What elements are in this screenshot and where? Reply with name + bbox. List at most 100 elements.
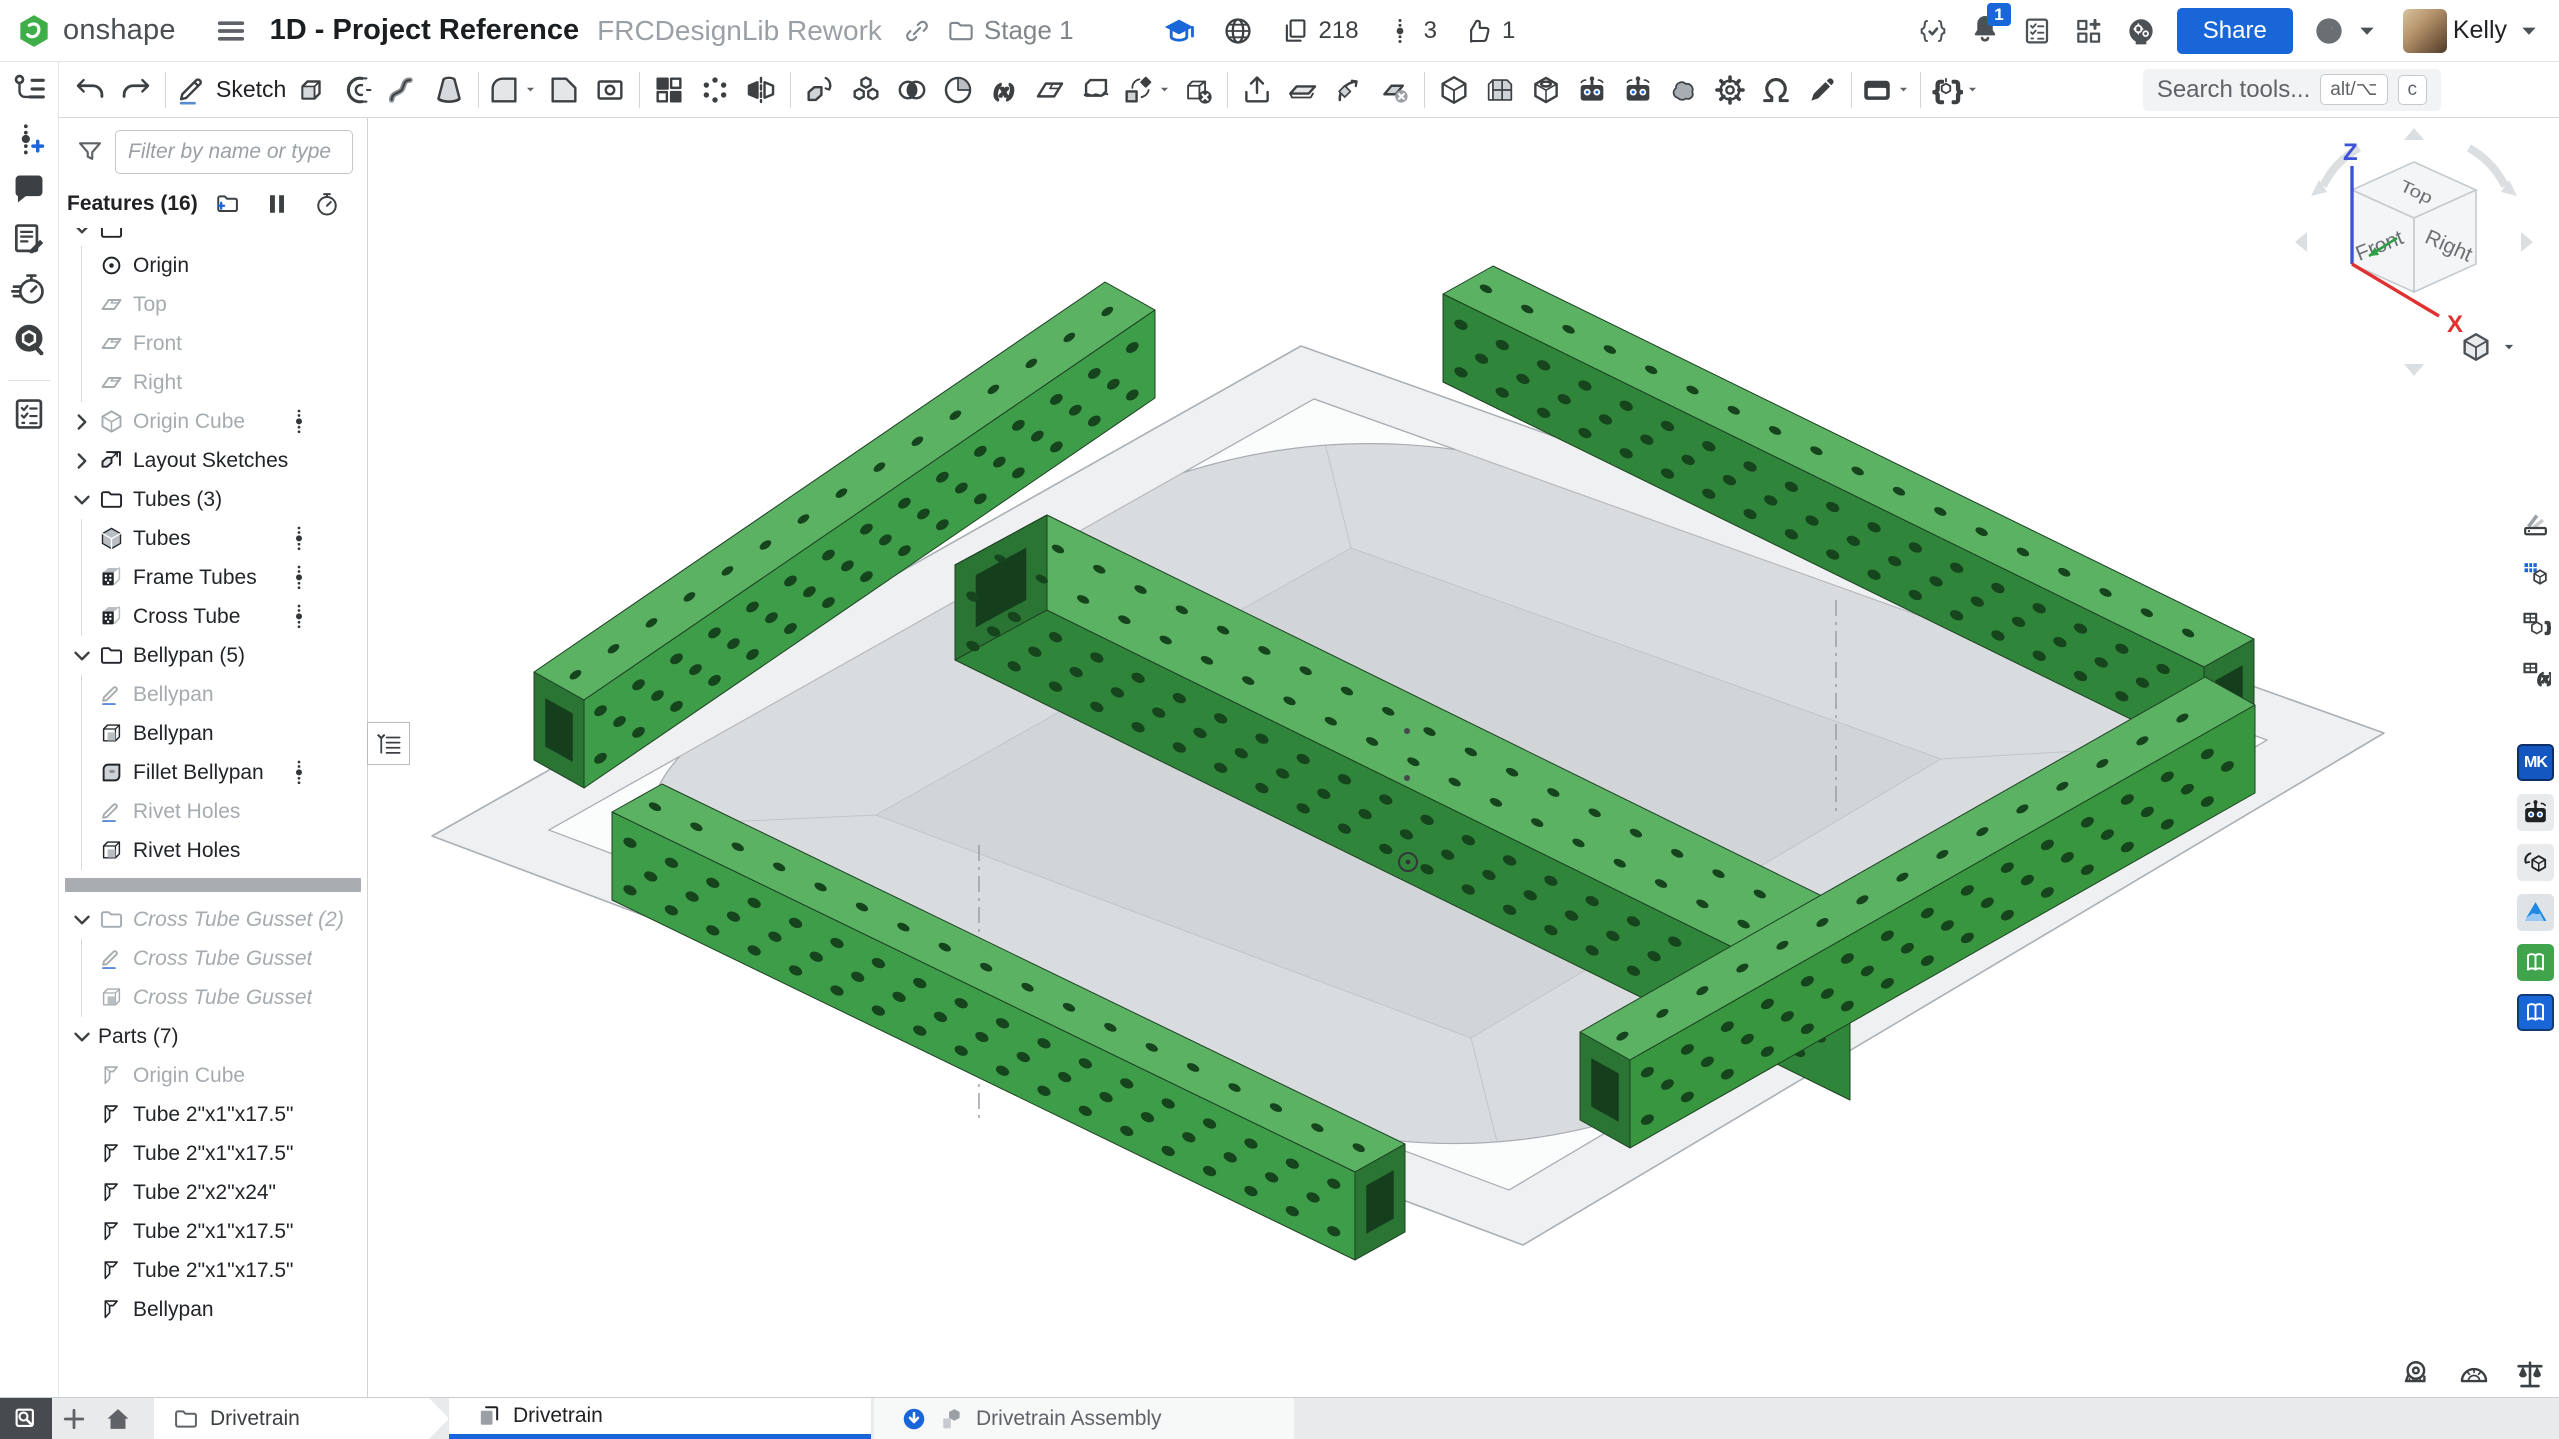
boolean-button[interactable] [889,67,935,113]
ai-settings-icon[interactable] [2125,15,2157,47]
tree-row-top[interactable]: Top [59,285,367,324]
tasks-icon[interactable] [2021,15,2053,47]
share-button[interactable]: Share [2177,8,2293,54]
linear-pattern-button[interactable] [646,67,692,113]
configuration-table-button[interactable] [2517,555,2554,592]
new-folder-icon[interactable] [213,190,241,218]
feature-options-icon[interactable] [289,407,309,437]
gear-feature-button[interactable] [1707,67,1753,113]
chevron-down-icon[interactable] [69,643,95,669]
tree-row-origin-cube[interactable]: Origin Cube [59,402,367,441]
mirror-button[interactable] [738,67,784,113]
suppress-pause-icon[interactable] [263,190,291,218]
tree-row-cross-tube[interactable]: Cross Tube [59,597,367,636]
version-graph-icon[interactable] [10,70,48,108]
undo-button[interactable] [67,67,113,113]
tree-row-cross-tube-gusset-2[interactable]: Cross Tube Gusset (2) [59,900,367,939]
performance-icon[interactable] [10,270,48,308]
workspace-folder-icon[interactable] [946,16,976,46]
display-mode-button[interactable] [2459,330,2519,364]
derived-button[interactable] [797,67,843,113]
tree-row-cross-tube-gusset[interactable]: Cross Tube Gusset [59,939,367,978]
robot-app-button[interactable] [2517,794,2554,831]
onshape-logo[interactable]: onshape [14,11,176,51]
name-tag-button[interactable]: HELLO [1858,67,1914,113]
versions-stat[interactable]: 3 [1385,16,1437,46]
export-app-button[interactable] [2517,844,2554,881]
3d-model-canvas[interactable] [368,118,2559,1397]
breadcrumb-folder-tab[interactable]: Drivetrain [154,1398,449,1439]
tab-drivetrain-partstudio[interactable]: Drivetrain [449,1398,871,1439]
user-menu[interactable]: Kelly [2403,9,2545,53]
tree-row-bellypan[interactable]: Bellypan [59,675,367,714]
chevron-down-icon[interactable] [69,1024,95,1050]
chevron-down-icon[interactable] [1964,81,1981,98]
shell-button[interactable] [587,67,633,113]
instances-button[interactable] [843,67,889,113]
tree-row-partial[interactable] [59,228,367,246]
help-menu[interactable]: ? [2313,15,2383,47]
publish-button[interactable] [1234,67,1280,113]
new-tab-button[interactable] [52,1398,96,1439]
document-menu-icon[interactable] [214,14,248,48]
clamp-feature-button[interactable] [1753,67,1799,113]
apps-icon[interactable] [2073,15,2105,47]
feature-options-icon[interactable] [289,524,309,554]
tree-row-parts-7[interactable]: Parts (7) [59,1017,367,1056]
chevron-down-icon[interactable] [69,907,95,933]
follow-mode-icon[interactable] [10,395,48,433]
frame-feature-button[interactable] [1477,67,1523,113]
chamfer-button[interactable] [541,67,587,113]
tree-row-bellypan[interactable]: Bellypan [59,1290,367,1329]
tube-feature-button[interactable] [1431,67,1477,113]
move-face-button[interactable] [1326,67,1372,113]
tree-row-tubes[interactable]: Tubes [59,519,367,558]
learning-center-icon[interactable] [10,320,48,358]
tree-row-frame-tubes[interactable]: Frame Tubes [59,558,367,597]
release-notes-icon[interactable] [10,220,48,258]
feature-options-icon[interactable] [289,563,309,593]
robot-feature-2-button[interactable] [1615,67,1661,113]
fillet-button[interactable] [485,67,541,113]
insert-version-icon[interactable] [10,120,48,158]
chevron-down-icon[interactable] [69,487,95,513]
split-button[interactable] [935,67,981,113]
transform-button[interactable] [1119,67,1175,113]
loft-button[interactable] [426,67,472,113]
gusset-feature-button[interactable] [1661,67,1707,113]
variable-button[interactable]: (x) [981,67,1027,113]
home-tab-button[interactable] [96,1398,140,1439]
redo-button[interactable] [113,67,159,113]
tube-hole-feature-button[interactable] [1523,67,1569,113]
flatten-button[interactable] [1280,67,1326,113]
tree-row-tube-2-x2-x24[interactable]: Tube 2"x2"x24" [59,1173,367,1212]
delete-part-button[interactable] [1175,67,1221,113]
green-library-app-button[interactable] [2517,944,2554,981]
feature-script-icon[interactable] [1917,15,1949,47]
tree-row-tube-2-x1-x17-5[interactable]: Tube 2"x1"x17.5" [59,1251,367,1290]
filter-icon[interactable] [75,137,105,167]
configured-features-button[interactable]: } [2517,605,2554,642]
sketch-button[interactable]: Sketch [172,67,288,113]
plane-button[interactable] [1027,67,1073,113]
notifications-button[interactable]: 1 [1969,12,2001,49]
tree-row-tube-2-x1-x17-5[interactable]: Tube 2"x1"x17.5" [59,1212,367,1251]
triangle-app-button[interactable] [2517,894,2554,931]
variable-table-button[interactable]: (x) [2517,655,2554,692]
tree-row-layout-sketches[interactable]: Layout Sketches [59,441,367,480]
sweep-button[interactable] [380,67,426,113]
tree-row-tube-2-x1-x17-5[interactable]: Tube 2"x1"x17.5" [59,1134,367,1173]
protractor-icon[interactable] [2457,1357,2491,1391]
filter-input[interactable] [115,130,353,174]
tab-drivetrain-assembly[interactable]: Drivetrain Assembly [874,1398,1294,1439]
mkcad-app-button[interactable]: MK [2517,744,2554,781]
tree-row-tubes-3[interactable]: Tubes (3) [59,480,367,519]
delete-face-button[interactable] [1372,67,1418,113]
likes-stat[interactable]: 1 [1463,16,1515,46]
chevron-down-icon[interactable] [69,228,95,242]
revolve-button[interactable] [334,67,380,113]
tree-row-rivet-holes[interactable]: Rivet Holes [59,792,367,831]
find-in-document-button[interactable] [0,1398,52,1439]
chevron-down-icon[interactable] [1895,81,1912,98]
mass-properties-icon[interactable] [2513,1357,2547,1391]
